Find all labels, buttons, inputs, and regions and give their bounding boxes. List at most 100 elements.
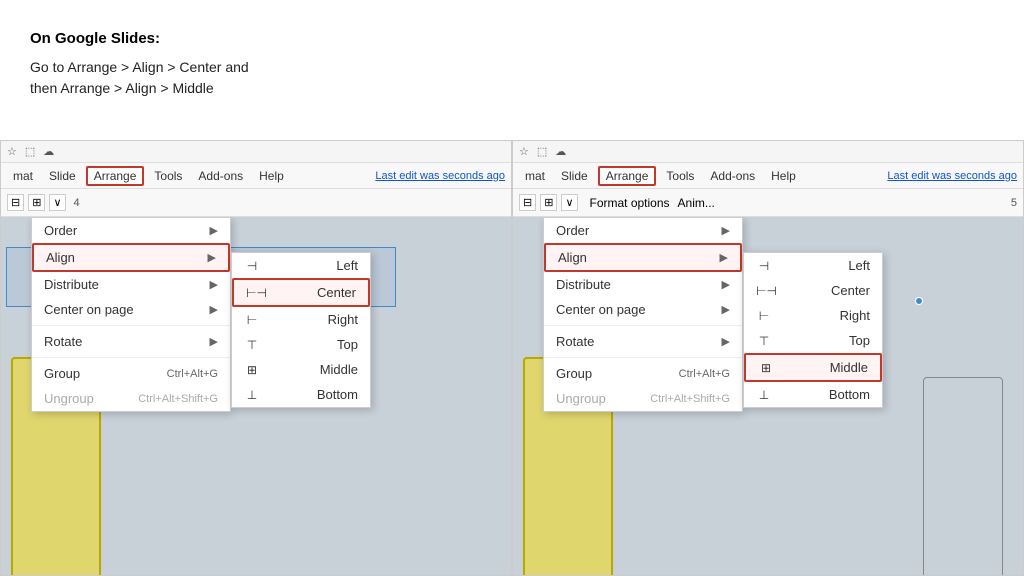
p1-align-middle[interactable]: ⊞ Middle [232, 357, 370, 382]
p2-align-bottom[interactable]: ⊥ Bottom [744, 382, 882, 407]
p1-align-left-label: Left [336, 258, 358, 273]
instruction-area: On Google Slides: Go to Arrange > Align … [30, 30, 370, 99]
p1-toolbar-format[interactable]: mat [7, 168, 39, 184]
p2-menu-align-label: Align [558, 250, 587, 265]
p2-align-right-label: Right [840, 308, 870, 323]
p1-align-submenu: ⊣ Left ⊢⊣ Center ⊢ Right ⊤ Top ⊞ Middl [231, 252, 371, 408]
p1-ruler-num: 4 [74, 197, 80, 209]
p1-align-left[interactable]: ⊣ Left [232, 253, 370, 278]
p2-align-middle-label: Middle [830, 360, 868, 375]
p1-menu-order[interactable]: Order ▶ [32, 218, 230, 243]
p2-align-center-icon: ⊢⊣ [756, 284, 772, 298]
p1-toolbar-tools[interactable]: Tools [148, 168, 188, 184]
p1-tb2-icon3: ∨ [49, 194, 65, 211]
p2-menu-align[interactable]: Align ▶ [544, 243, 742, 272]
p1-menu-rotate[interactable]: Rotate ▶ [32, 329, 230, 354]
p2-menu-group[interactable]: Group Ctrl+Alt+G [544, 361, 742, 386]
p1-toolbar-addons[interactable]: Add-ons [192, 168, 249, 184]
p1-tb2-icon1: ⊟ [7, 194, 24, 211]
p2-menu-distribute-label: Distribute [556, 277, 611, 292]
p1-menu-order-label: Order [44, 223, 77, 238]
p2-align-left-label: Left [848, 258, 870, 273]
p1-sep2 [32, 357, 230, 358]
p1-menu-ungroup[interactable]: Ungroup Ctrl+Alt+Shift+G [32, 386, 230, 411]
p2-align-middle-icon: ⊞ [758, 361, 774, 375]
p2-arrange-menu: Order ▶ Align ▶ Distribute ▶ Center on p… [543, 217, 743, 412]
p2-toolbar-arrange[interactable]: Arrange [598, 166, 657, 186]
p2-align-right[interactable]: ⊢ Right [744, 303, 882, 328]
panel-1: ☆ ⬚ ☁ mat Slide Arrange Tools Add-ons He… [0, 140, 512, 576]
p1-menu-align[interactable]: Align ▶ [32, 243, 230, 272]
p1-align-middle-icon: ⊞ [244, 363, 260, 377]
p2-menu-ungroup-label: Ungroup [556, 391, 606, 406]
p2-ruler-icon1: ☆ [519, 145, 529, 158]
p2-format-options[interactable]: Format options [590, 196, 670, 210]
p2-menu-center-page[interactable]: Center on page ▶ [544, 297, 742, 322]
p1-align-top-label: Top [337, 337, 358, 352]
instruction-line2: then Arrange > Align > Middle [30, 80, 214, 96]
p1-menu-align-label: Align [46, 250, 75, 265]
p2-align-right-icon: ⊢ [756, 309, 772, 323]
p2-align-left-icon: ⊣ [756, 259, 772, 273]
p1-menu-distribute[interactable]: Distribute ▶ [32, 272, 230, 297]
p1-toolbar-slide[interactable]: Slide [43, 168, 82, 184]
p2-menu-order[interactable]: Order ▶ [544, 218, 742, 243]
p1-align-center-label: Center [317, 285, 356, 300]
p1-menu-center-page[interactable]: Center on page ▶ [32, 297, 230, 322]
p2-tb2-icon1: ⊟ [519, 194, 536, 211]
instruction-line1: Go to Arrange > Align > Center and [30, 59, 249, 75]
p1-align-top-icon: ⊤ [244, 338, 260, 352]
p1-toolbar: mat Slide Arrange Tools Add-ons Help Las… [1, 163, 511, 189]
p2-menu-rotate[interactable]: Rotate ▶ [544, 329, 742, 354]
p1-align-bottom-icon: ⊥ [244, 388, 260, 402]
p1-align-left-icon: ⊣ [244, 259, 260, 273]
p2-align-top[interactable]: ⊤ Top [744, 328, 882, 353]
p2-menu-center-page-label: Center on page [556, 302, 646, 317]
p1-menu-group-label: Group [44, 366, 80, 381]
p2-align-left[interactable]: ⊣ Left [744, 253, 882, 278]
instruction-text: Go to Arrange > Align > Center and then … [30, 57, 370, 99]
instruction-title: On Google Slides: [30, 30, 370, 47]
p1-toolbar-arrange[interactable]: Arrange [86, 166, 145, 186]
p1-ruler-icon2: ⬚ [25, 145, 35, 158]
p2-toolbar-slide[interactable]: Slide [555, 168, 594, 184]
p1-align-center-icon: ⊢⊣ [246, 286, 262, 300]
p2-menu-group-label: Group [556, 366, 592, 381]
p2-toolbar-tools[interactable]: Tools [660, 168, 700, 184]
p2-align-submenu: ⊣ Left ⊢⊣ Center ⊢ Right ⊤ Top ⊞ Middl [743, 252, 883, 408]
p1-align-right-icon: ⊢ [244, 313, 260, 327]
p1-menu-group[interactable]: Group Ctrl+Alt+G [32, 361, 230, 386]
p1-align-bottom-label: Bottom [317, 387, 358, 402]
p1-align-right-label: Right [328, 312, 358, 327]
p2-align-middle[interactable]: ⊞ Middle [744, 353, 882, 382]
p2-sep1 [544, 325, 742, 326]
p2-align-top-icon: ⊤ [756, 334, 772, 348]
p2-ruler-num: 5 [1011, 197, 1017, 209]
p1-align-top[interactable]: ⊤ Top [232, 332, 370, 357]
p2-menu-rotate-label: Rotate [556, 334, 594, 349]
p2-align-bottom-label: Bottom [829, 387, 870, 402]
p2-menu-ungroup[interactable]: Ungroup Ctrl+Alt+Shift+G [544, 386, 742, 411]
p2-align-top-label: Top [849, 333, 870, 348]
p2-toolbar-format[interactable]: mat [519, 168, 551, 184]
p1-menu-distribute-label: Distribute [44, 277, 99, 292]
p1-menu-center-page-label: Center on page [44, 302, 134, 317]
p1-arrange-menu: Order ▶ Align ▶ Distribute ▶ Center on p… [31, 217, 231, 412]
p2-toolbar-help[interactable]: Help [765, 168, 802, 184]
p1-align-right[interactable]: ⊢ Right [232, 307, 370, 332]
p2-menu-distribute[interactable]: Distribute ▶ [544, 272, 742, 297]
p2-ruler-icon3: ☁ [555, 145, 566, 158]
p2-align-center[interactable]: ⊢⊣ Center [744, 278, 882, 303]
p2-tb2-icon3: ∨ [561, 194, 577, 211]
panels-container: ☆ ⬚ ☁ mat Slide Arrange Tools Add-ons He… [0, 140, 1024, 576]
p1-menu-rotate-label: Rotate [44, 334, 82, 349]
p2-animate[interactable]: Anim... [678, 196, 715, 210]
p1-tb2-icon2: ⊞ [28, 194, 45, 211]
p2-toolbar-addons[interactable]: Add-ons [704, 168, 761, 184]
p2-tb2-icon2: ⊞ [540, 194, 557, 211]
p1-align-middle-label: Middle [320, 362, 358, 377]
p1-toolbar-help[interactable]: Help [253, 168, 290, 184]
p1-align-center[interactable]: ⊢⊣ Center [232, 278, 370, 307]
p1-align-bottom[interactable]: ⊥ Bottom [232, 382, 370, 407]
p2-toolbar: mat Slide Arrange Tools Add-ons Help Las… [513, 163, 1023, 189]
